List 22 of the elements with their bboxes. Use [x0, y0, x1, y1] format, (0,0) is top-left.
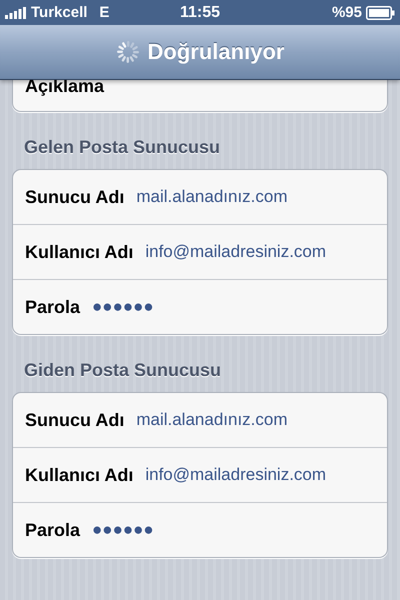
section-header: Gelen Posta Sunucusu — [23, 136, 222, 159]
battery-icon — [366, 6, 395, 20]
field-label: Kullanıcı Adı — [25, 464, 134, 486]
field-value[interactable]: info@mailadresiniz.com — [145, 465, 326, 485]
field-label: Sunucu Adı — [25, 186, 124, 208]
field-label: Parola — [25, 520, 80, 540]
field-value[interactable]: mail.alanadınız.com — [136, 187, 288, 207]
field-value[interactable]: ●●●●●● — [92, 520, 154, 540]
network-type: E — [99, 4, 110, 21]
carrier-name: Turkcell — [31, 4, 88, 21]
field-label: Parola — [25, 296, 80, 318]
battery-percent: %95 — [332, 4, 362, 21]
signal-icon — [5, 6, 27, 18]
section-header: Giden Posta Sunucusu — [23, 359, 222, 382]
field-value[interactable]: mail.alanadınız.com — [136, 410, 288, 430]
window-title: Doğrulanıyor — [148, 39, 284, 65]
field-value[interactable]: info@mailadresiniz.com — [145, 242, 326, 262]
field-value[interactable]: ●●●●●● — [92, 297, 154, 317]
field-label: Açıklama — [25, 76, 104, 97]
field-label: Kullanıcı Adı — [25, 242, 134, 262]
field-label: Sunucu Adı — [25, 410, 124, 430]
status-time: 11:55 — [180, 4, 220, 22]
